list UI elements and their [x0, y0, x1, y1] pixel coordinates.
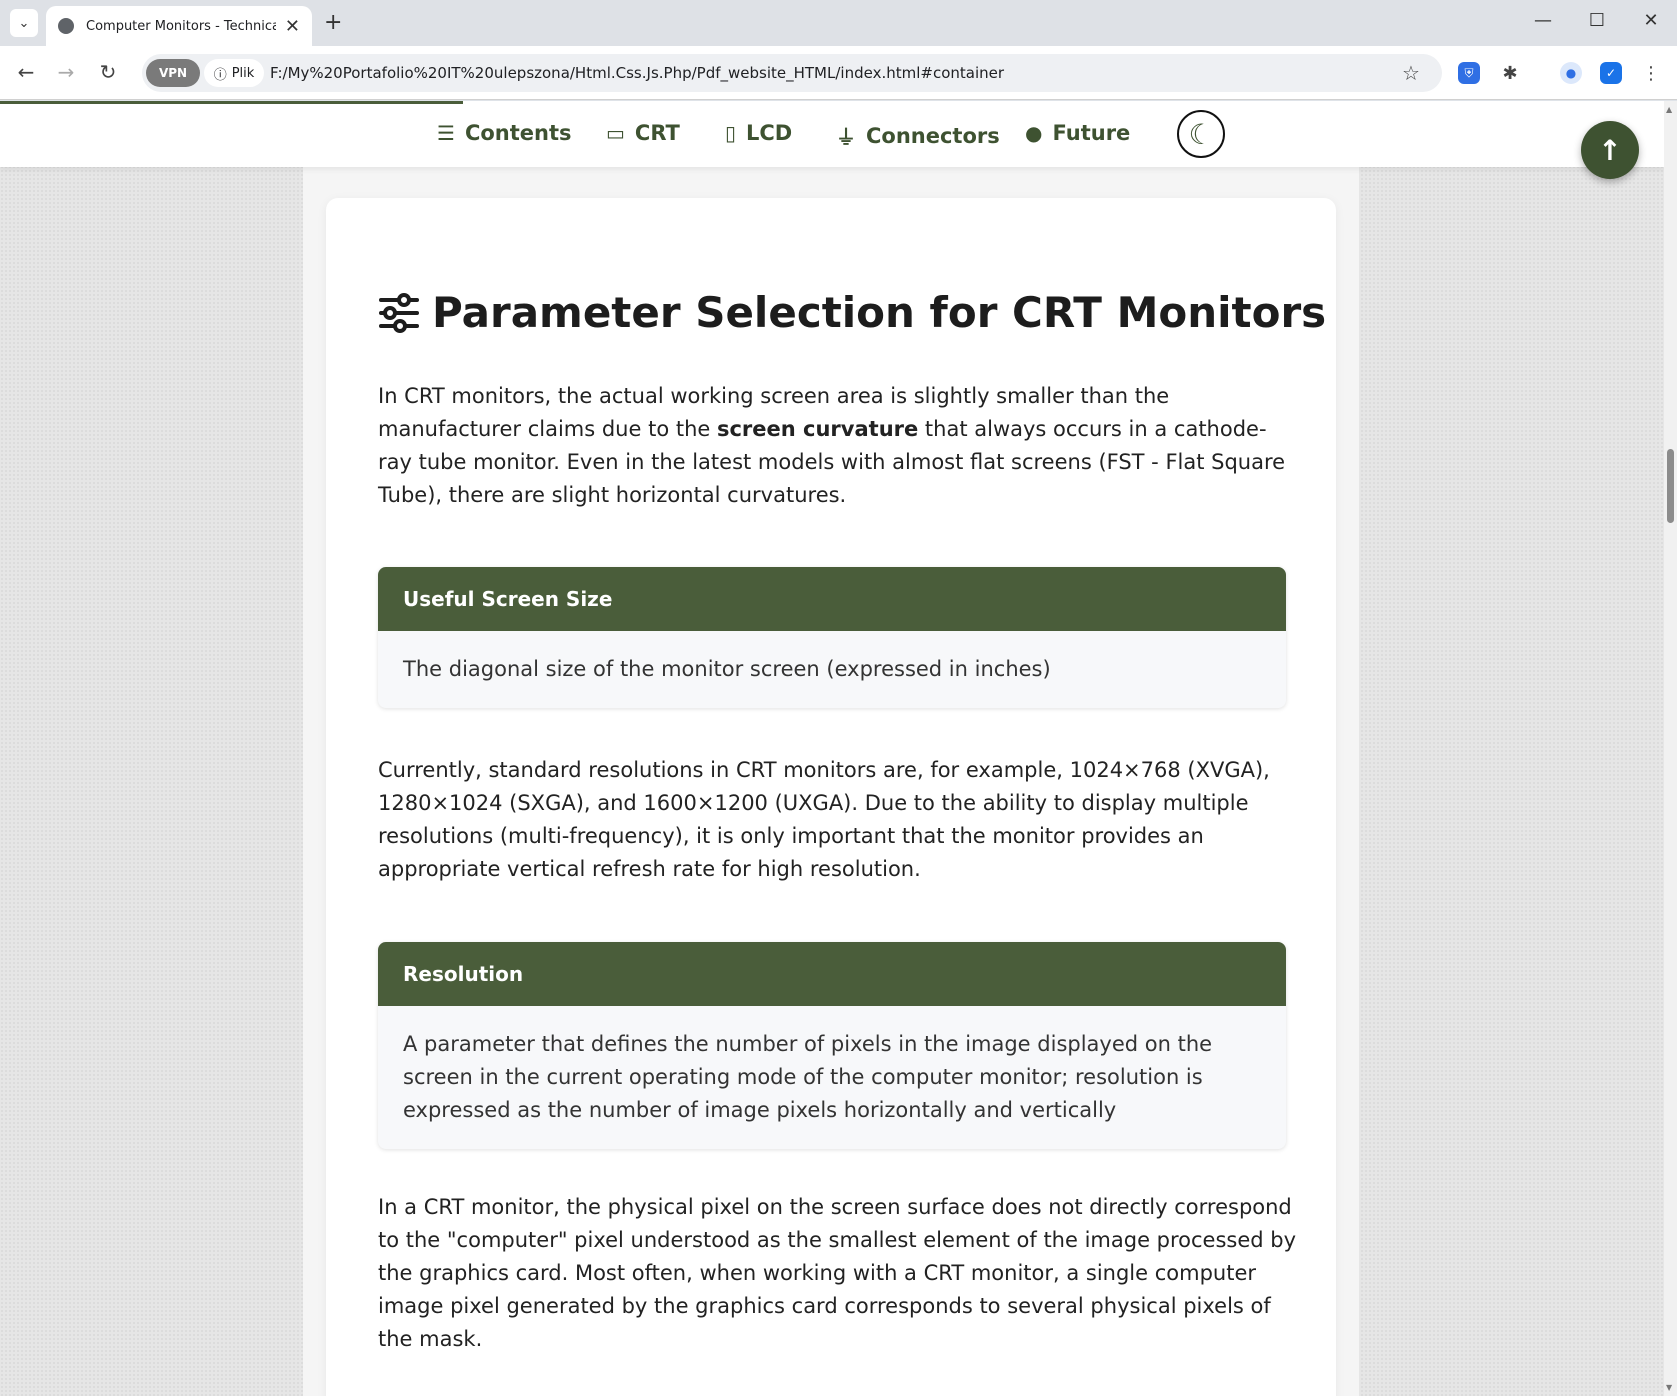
browser-tab[interactable]: Computer Monitors - Technical Ov ✕: [46, 6, 312, 46]
resolutions-paragraph: Currently, standard resolutions in CRT m…: [378, 758, 1270, 881]
minimize-icon: —: [1534, 10, 1552, 31]
info-icon: ⓘ: [213, 67, 227, 83]
intro-bold-text: screen curvature: [716, 417, 919, 441]
scroll-down-arrow-icon[interactable]: ▼: [1666, 1383, 1672, 1392]
intro-paragraph: In CRT monitors, the actual working scre…: [378, 380, 1298, 512]
globe-icon: [58, 18, 74, 34]
nav-link-lcd[interactable]: ▯ LCD: [725, 121, 792, 145]
nav-link-label: CRT: [634, 121, 680, 145]
plug-icon: ⏚: [836, 125, 856, 149]
list-icon: ☰: [437, 121, 455, 145]
box-body: A parameter that defines the number of p…: [403, 1032, 1213, 1122]
minimize-button[interactable]: —: [1528, 10, 1558, 31]
scrollbar-thumb[interactable]: [1667, 449, 1674, 523]
nav-link-contents[interactable]: ☰ Contents: [437, 121, 572, 145]
theme-toggle-button[interactable]: ☾: [1177, 110, 1225, 158]
box-header: Resolution: [378, 942, 1286, 1006]
arrow-up-icon: ↑: [1598, 133, 1622, 167]
back-button[interactable]: ←: [12, 60, 40, 84]
tab-title: Computer Monitors - Technical Ov: [86, 18, 276, 34]
nav-link-label: Contents: [464, 121, 572, 145]
site-navigation: ☰ Contents ▭ CRT ▯ LCD ⏚ Connectors ● Fu…: [0, 101, 1664, 167]
vpn-label: VPN: [158, 66, 188, 80]
sliders-icon: [379, 292, 419, 333]
vpn-badge[interactable]: VPN: [146, 59, 200, 87]
nav-link-connectors[interactable]: ⏚ Connectors: [836, 121, 1000, 150]
profile-avatar-icon[interactable]: ●: [1560, 62, 1582, 84]
browser-tab-bar: ⌄ Computer Monitors - Technical Ov ✕ + —…: [0, 0, 1677, 46]
address-bar[interactable]: VPN ⓘ Plik F:/My%20Portafolio%20IT%20ule…: [142, 54, 1442, 92]
reload-button[interactable]: ↻: [94, 60, 122, 84]
file-label: Plik: [231, 65, 255, 81]
security-extension-icon[interactable]: ✓: [1600, 62, 1622, 84]
nav-link-crt[interactable]: ▭ CRT: [606, 121, 680, 145]
bookmark-star-icon[interactable]: ☆: [1402, 61, 1420, 85]
useful-screen-size-box: Useful Screen Size The diagonal size of …: [378, 567, 1286, 708]
arrow-right-icon: →: [57, 60, 75, 84]
page-viewport: Parameter Selection for CRT Monitors In …: [0, 101, 1664, 1396]
back-to-top-button[interactable]: ↑: [1581, 121, 1639, 179]
kebab-menu-icon[interactable]: ⋮: [1640, 62, 1662, 84]
tablet-icon: ▯: [725, 121, 737, 145]
maximize-icon: ☐: [1588, 10, 1606, 31]
puzzle-extensions-icon[interactable]: ✱: [1499, 62, 1521, 84]
pixel-paragraph: In a CRT monitor, the physical pixel on …: [378, 1195, 1297, 1351]
tab-search-button[interactable]: ⌄: [10, 9, 38, 37]
site-info-button[interactable]: ⓘ Plik: [204, 59, 264, 87]
content-container: Parameter Selection for CRT Monitors In …: [303, 167, 1359, 1396]
section-title-text: Parameter Selection for CRT Monitors: [432, 288, 1327, 337]
section-title: Parameter Selection for CRT Monitors: [378, 288, 1326, 337]
plus-icon: +: [324, 10, 343, 35]
forward-button[interactable]: →: [52, 60, 80, 84]
arrow-left-icon: ←: [17, 60, 35, 84]
close-icon[interactable]: ✕: [285, 16, 300, 37]
close-icon: ✕: [1643, 10, 1659, 31]
desktop-icon: ▭: [606, 121, 625, 145]
scroll-progress-bar: [0, 101, 463, 104]
nav-link-label: Connectors: [866, 123, 1000, 148]
scroll-up-arrow-icon[interactable]: ▲: [1666, 105, 1672, 114]
url-text[interactable]: F:/My%20Portafolio%20IT%20ulepszona/Html…: [270, 64, 1004, 82]
box-body: The diagonal size of the monitor screen …: [403, 657, 1051, 681]
shield-extension-icon[interactable]: ⛨: [1458, 62, 1480, 84]
lightbulb-icon: ●: [1025, 121, 1043, 145]
close-window-button[interactable]: ✕: [1636, 10, 1666, 31]
moon-icon: ☾: [1188, 117, 1214, 151]
chevron-down-icon: ⌄: [18, 15, 30, 31]
nav-link-label: Future: [1052, 121, 1131, 145]
section-card: Parameter Selection for CRT Monitors In …: [326, 198, 1336, 1396]
nav-link-future[interactable]: ● Future: [1025, 121, 1130, 145]
reload-icon: ↻: [99, 60, 117, 84]
page-scrollbar[interactable]: ▲ ▼: [1664, 101, 1677, 1396]
nav-link-label: LCD: [746, 121, 793, 145]
box-header: Useful Screen Size: [378, 567, 1286, 631]
new-tab-button[interactable]: +: [324, 10, 342, 35]
maximize-button[interactable]: ☐: [1582, 10, 1612, 31]
resolution-box: Resolution A parameter that defines the …: [378, 942, 1286, 1149]
browser-toolbar: ← → ↻ VPN ⓘ Plik F:/My%20Portafolio%20IT…: [0, 46, 1677, 100]
